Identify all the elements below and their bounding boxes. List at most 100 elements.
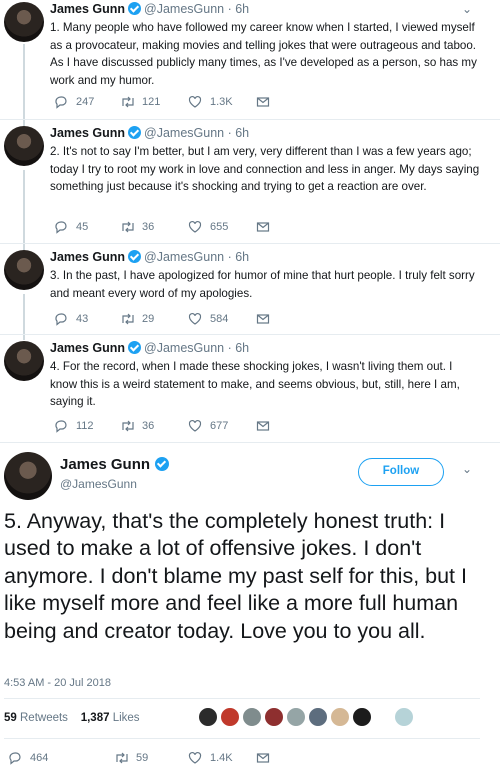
reply-count: 43 (76, 313, 89, 325)
message-button[interactable] (256, 220, 270, 234)
divider (0, 243, 500, 244)
message-icon (256, 220, 270, 234)
author-name[interactable]: James Gunn (50, 126, 125, 140)
author-handle[interactable]: @JamesGunn · 6h (144, 341, 249, 355)
tweet-header: James Gunn @JamesGunn · 6h (50, 341, 249, 355)
like-button[interactable]: 655 (188, 220, 228, 234)
like-count: 584 (210, 313, 229, 325)
reply-count: 45 (76, 221, 89, 233)
author-handle[interactable]: @JamesGunn (60, 477, 137, 491)
author-handle[interactable]: @JamesGunn · 6h (144, 250, 249, 264)
verified-badge-icon (128, 250, 142, 263)
like-count: 1.4K (210, 752, 233, 764)
divider (0, 334, 500, 335)
like-count: 677 (210, 420, 229, 432)
retweets-label: Retweets (20, 712, 68, 724)
tweet-text: 2. It's not to say I'm better, but I am … (50, 145, 480, 194)
liker-avatar[interactable] (241, 706, 263, 728)
retweet-icon (120, 95, 134, 109)
message-button[interactable] (256, 95, 270, 109)
like-button[interactable]: 677 (188, 419, 228, 433)
avatar[interactable] (4, 452, 52, 500)
retweet-button[interactable]: 59 (114, 751, 148, 765)
divider (4, 738, 480, 739)
avatar[interactable] (4, 341, 44, 381)
author-name[interactable]: James Gunn (50, 250, 125, 264)
retweet-count: 59 (136, 752, 149, 764)
reply-icon (54, 419, 68, 433)
author-name[interactable]: James Gunn (50, 341, 125, 355)
reply-icon (54, 312, 68, 326)
like-button[interactable]: 584 (188, 312, 228, 326)
retweets-stat[interactable]: 59 Retweets (4, 712, 68, 724)
liker-avatar[interactable] (219, 706, 241, 728)
liker-avatar[interactable] (263, 706, 285, 728)
message-icon (256, 95, 270, 109)
tweet-header: James Gunn @JamesGunn · 6h (50, 250, 249, 264)
avatar[interactable] (4, 126, 44, 166)
reply-button[interactable]: 43 (54, 312, 88, 326)
retweet-icon (120, 419, 134, 433)
liker-avatar[interactable] (285, 706, 307, 728)
author-handle[interactable]: @JamesGunn · 6h (144, 2, 249, 16)
verified-badge-icon (128, 341, 142, 354)
like-count: 1.3K (210, 96, 233, 108)
like-icon (188, 312, 202, 326)
retweet-button[interactable]: 36 (120, 419, 154, 433)
likes-stat[interactable]: 1,387 Likes (81, 712, 140, 724)
divider (4, 698, 480, 699)
liker-avatar[interactable] (197, 706, 219, 728)
reply-button[interactable]: 112 (54, 419, 94, 433)
author-name[interactable]: James Gunn (60, 456, 150, 473)
chevron-down-icon[interactable]: ⌄ (462, 462, 472, 476)
message-button[interactable] (256, 312, 270, 326)
tweet-text: 3. In the past, I have apologized for hu… (50, 269, 475, 300)
like-button[interactable]: 1.4K (188, 751, 233, 765)
retweet-count: 29 (142, 313, 155, 325)
tweet-text: 1. Many people who have followed my care… (50, 21, 477, 87)
like-count: 655 (210, 221, 229, 233)
reply-icon (54, 95, 68, 109)
verified-badge-icon (128, 126, 142, 139)
chevron-down-icon[interactable]: ⌄ (462, 2, 472, 16)
liker-avatar[interactable] (351, 706, 373, 728)
likes-label: Likes (112, 712, 140, 724)
likes-total: 1,387 (80, 712, 110, 724)
retweet-count: 121 (142, 96, 161, 108)
retweet-button[interactable]: 29 (120, 312, 154, 326)
tweet-text: 4. For the record, when I made these sho… (50, 360, 460, 409)
message-button[interactable] (256, 751, 270, 765)
liker-avatar[interactable] (329, 706, 351, 728)
reply-button[interactable]: 464 (8, 751, 48, 765)
retweet-button[interactable]: 36 (120, 220, 154, 234)
follow-button[interactable]: Follow (358, 458, 444, 486)
retweet-icon (120, 312, 134, 326)
reply-icon (8, 751, 22, 765)
message-button[interactable] (256, 419, 270, 433)
like-icon (188, 220, 202, 234)
avatar[interactable] (4, 2, 44, 42)
liker-avatar[interactable] (393, 706, 415, 728)
verified-badge-icon (128, 2, 142, 15)
like-button[interactable]: 1.3K (188, 95, 233, 109)
avatar[interactable] (4, 250, 44, 290)
message-icon (256, 419, 270, 433)
timestamp[interactable]: 4:53 AM - 20 Jul 2018 (4, 677, 111, 689)
reply-count: 464 (30, 752, 49, 764)
reply-count: 247 (76, 96, 95, 108)
message-icon (256, 312, 270, 326)
message-icon (256, 751, 270, 765)
retweet-button[interactable]: 121 (120, 95, 160, 109)
liker-avatar[interactable] (307, 706, 329, 728)
engagement-stats: 59 Retweets 1,387 Likes (4, 712, 140, 724)
reply-count: 112 (76, 420, 94, 432)
author-name[interactable]: James Gunn (50, 2, 125, 16)
retweet-count: 36 (142, 221, 155, 233)
tweet-text: 5. Anyway, that's the completely honest … (4, 509, 467, 643)
author-handle[interactable]: @JamesGunn · 6h (144, 126, 249, 140)
thread-connector (23, 170, 25, 250)
reply-button[interactable]: 45 (54, 220, 88, 234)
like-icon (188, 95, 202, 109)
reply-button[interactable]: 247 (54, 95, 94, 109)
tweet-header: James Gunn @JamesGunn · 6h (50, 126, 249, 140)
